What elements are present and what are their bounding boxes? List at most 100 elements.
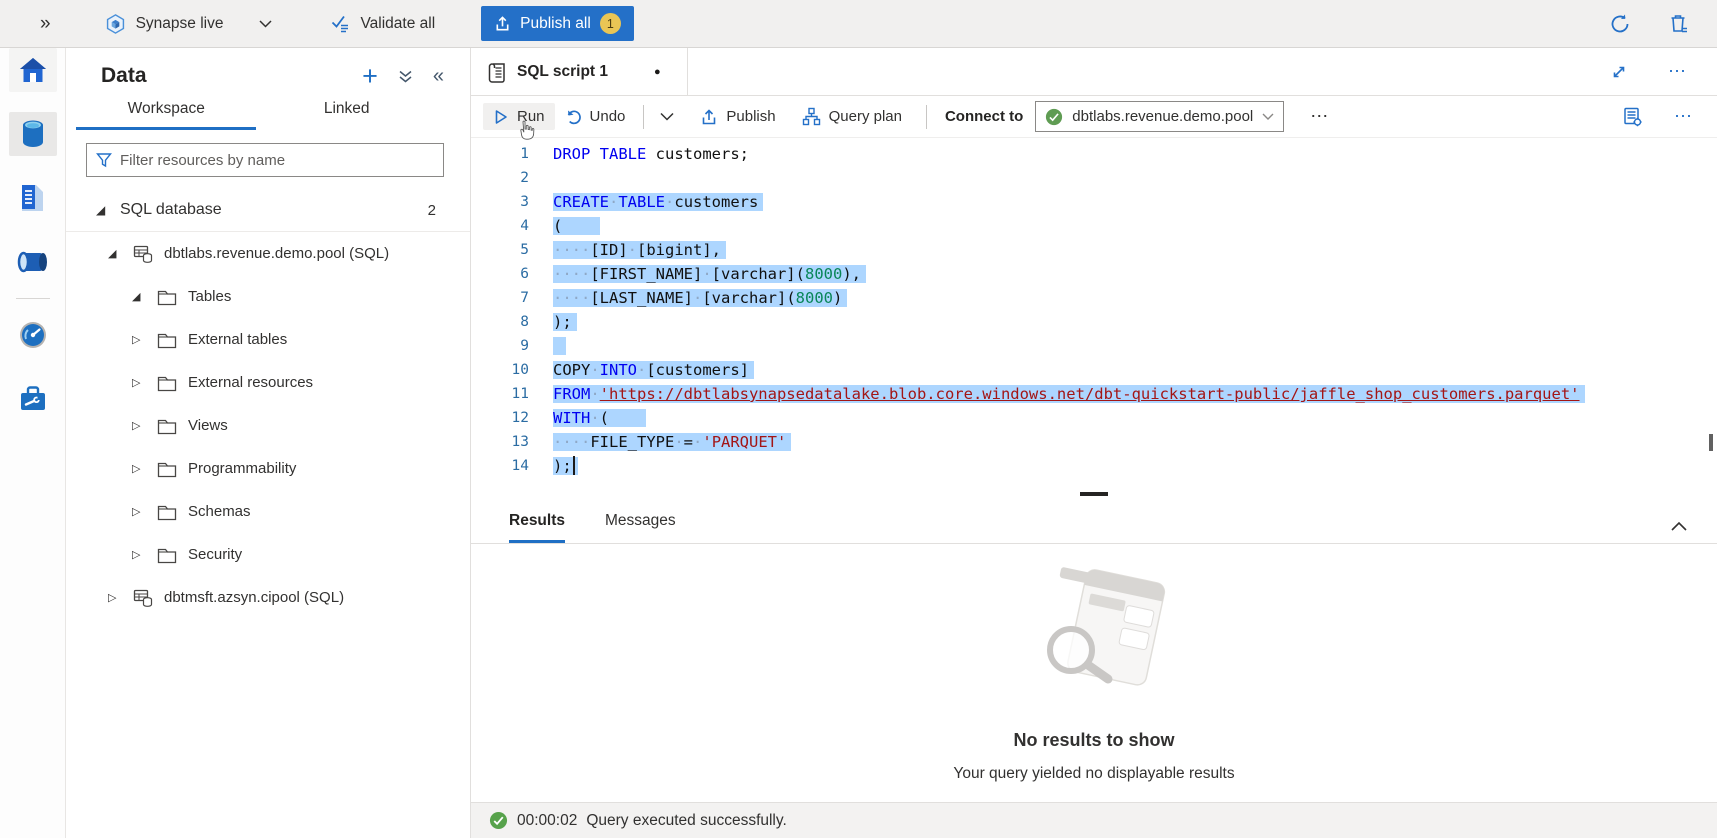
code-token: ·	[590, 409, 599, 427]
query-plan-button[interactable]: Query plan	[792, 102, 912, 131]
code-token: 'PARQUET'	[702, 433, 786, 451]
editor-scrollbar-thumb[interactable]	[1709, 434, 1713, 451]
filter-resources-input[interactable]	[120, 152, 434, 169]
tree-item-external-tables[interactable]: ▷External tables	[66, 318, 470, 361]
twistie-collapsed-icon[interactable]: ▷	[132, 419, 156, 432]
selection-highlight: FROM·'https://dbtlabsynapsedatalake.blob…	[553, 385, 1585, 403]
validate-all-button[interactable]: Validate all	[330, 13, 435, 34]
tree-item-external-resources[interactable]: ▷External resources	[66, 361, 470, 404]
twistie-collapsed-icon[interactable]: ▷	[132, 505, 156, 518]
toolbar-separator	[926, 105, 927, 129]
filter-resources-box[interactable]	[86, 143, 444, 177]
twistie-collapsed-icon[interactable]: ▷	[132, 462, 156, 475]
chevron-down-icon	[259, 20, 272, 28]
code-line-9[interactable]: 9	[471, 334, 1717, 358]
code-token: ·	[665, 193, 674, 211]
tab-linked[interactable]: Linked	[256, 100, 436, 130]
code-line-11[interactable]: 11FROM·'https://dbtlabsynapsedatalake.bl…	[471, 382, 1717, 406]
code-line-6[interactable]: 6····[FIRST_NAME]·[varchar](8000),	[471, 262, 1717, 286]
sidebar-item-integrate[interactable]	[9, 240, 57, 284]
sql-code-editor[interactable]: 1DROP TABLE customers;23CREATE·TABLE·cus…	[471, 138, 1717, 490]
code-token: COPY	[553, 361, 590, 379]
selection-highlight: ····[ID]·[bigint],	[553, 241, 726, 259]
code-token: =	[684, 433, 693, 451]
play-icon	[493, 109, 509, 125]
publish-all-button[interactable]: Publish all 1	[481, 6, 634, 41]
code-line-10[interactable]: 10COPY·INTO·[customers]	[471, 358, 1717, 382]
undo-button[interactable]: Undo	[555, 103, 636, 130]
add-resource-icon[interactable]: +	[362, 66, 378, 86]
tree-item-schemas[interactable]: ▷Schemas	[66, 490, 470, 533]
selection-highlight: COPY·INTO·[customers]	[553, 361, 754, 379]
results-panel: Results Messages	[471, 500, 1717, 838]
selection-highlight: );	[553, 313, 577, 331]
expand-editor-icon[interactable]	[1610, 63, 1628, 81]
collapse-panel-icon[interactable]: «	[433, 65, 444, 88]
toolbar-separator	[643, 105, 644, 129]
query-plan-icon	[802, 107, 821, 126]
code-line-1[interactable]: 1DROP TABLE customers;	[471, 142, 1717, 166]
develop-icon	[19, 183, 46, 213]
twistie-expanded-icon[interactable]: ◢	[108, 247, 132, 260]
sidebar-item-manage[interactable]	[9, 377, 57, 421]
tab-messages[interactable]: Messages	[605, 512, 676, 543]
toolbar-more-icon[interactable]: ⋯	[1310, 106, 1329, 127]
toolbar-right-more-icon[interactable]: ⋯	[1674, 106, 1693, 127]
tree-item-dbtlabs-revenue-demo-pool-sql[interactable]: ◢dbtlabs.revenue.demo.pool (SQL)	[66, 232, 470, 275]
code-line-3[interactable]: 3CREATE·TABLE·customers	[471, 190, 1717, 214]
selection-highlight: );	[553, 457, 578, 475]
tree-item-views[interactable]: ▷Views	[66, 404, 470, 447]
expand-menu-icon[interactable]: »	[40, 13, 51, 35]
twistie-collapsed-icon[interactable]: ▷	[132, 376, 156, 389]
twistie-collapsed-icon[interactable]: ▷	[108, 591, 132, 604]
line-number: 7	[471, 286, 529, 310]
tree-item-sql-database[interactable]: ◢SQL database2	[66, 189, 470, 232]
twistie-expanded-icon[interactable]: ◢	[96, 203, 120, 217]
run-options-chevron-icon[interactable]	[652, 112, 682, 121]
code-line-2[interactable]: 2	[471, 166, 1717, 190]
tab-results[interactable]: Results	[509, 512, 565, 543]
code-token: ·	[590, 385, 599, 403]
code-line-14[interactable]: 14);	[471, 454, 1717, 478]
code-line-4[interactable]: 4(	[471, 214, 1717, 238]
pane-splitter[interactable]	[471, 490, 1717, 500]
sidebar-item-develop[interactable]	[9, 176, 57, 220]
tree-item-dbtmsft-azsyn-cipool-sql[interactable]: ▷dbtmsft.azsyn.cipool (SQL)	[66, 576, 470, 619]
code-token: ····	[553, 289, 590, 307]
twistie-collapsed-icon[interactable]: ▷	[132, 333, 156, 346]
mode-selector[interactable]: Synapse live	[105, 13, 273, 35]
twistie-collapsed-icon[interactable]: ▷	[132, 548, 156, 561]
code-line-12[interactable]: 12WITH·(	[471, 406, 1717, 430]
twistie-expanded-icon[interactable]: ◢	[132, 290, 156, 303]
code-token: ····	[553, 265, 590, 283]
properties-icon[interactable]	[1622, 106, 1644, 128]
discard-all-icon[interactable]	[1667, 12, 1689, 35]
collapse-results-icon[interactable]	[1671, 521, 1687, 531]
code-line-13[interactable]: 13····FILE_TYPE·=·'PARQUET'	[471, 430, 1717, 454]
code-token: ····	[553, 433, 590, 451]
no-results-illustration	[1009, 562, 1179, 720]
connect-to-dropdown[interactable]: dbtlabs.revenue.demo.pool	[1035, 101, 1284, 132]
code-line-5[interactable]: 5····[ID]·[bigint],	[471, 238, 1717, 262]
code-line-7[interactable]: 7····[LAST_NAME]·[varchar](8000)	[471, 286, 1717, 310]
refresh-icon[interactable]	[1609, 13, 1631, 35]
line-number: 3	[471, 190, 529, 214]
tab-more-icon[interactable]: ⋯	[1668, 61, 1687, 82]
tree-item-programmability[interactable]: ▷Programmability	[66, 447, 470, 490]
publish-button[interactable]: Publish	[690, 103, 785, 131]
code-line-8[interactable]: 8);	[471, 310, 1717, 334]
splitter-handle-icon[interactable]	[1080, 492, 1108, 496]
tab-sql-script-1[interactable]: SQL script 1 ●	[471, 48, 688, 95]
mouse-cursor	[517, 120, 535, 140]
tab-workspace[interactable]: Workspace	[76, 100, 256, 130]
editor-tab-bar: SQL script 1 ● ⋯	[471, 48, 1717, 96]
status-elapsed: 00:00:02	[517, 812, 577, 830]
tree-item-security[interactable]: ▷Security	[66, 533, 470, 576]
sidebar-item-data[interactable]	[9, 112, 57, 156]
empty-results-title: No results to show	[1013, 730, 1174, 751]
tree-item-tables[interactable]: ◢Tables	[66, 275, 470, 318]
expand-all-icon[interactable]	[398, 69, 413, 84]
sidebar-item-monitor[interactable]	[9, 313, 57, 357]
selection-highlight: (	[553, 217, 600, 235]
sidebar-item-home[interactable]	[9, 48, 57, 92]
